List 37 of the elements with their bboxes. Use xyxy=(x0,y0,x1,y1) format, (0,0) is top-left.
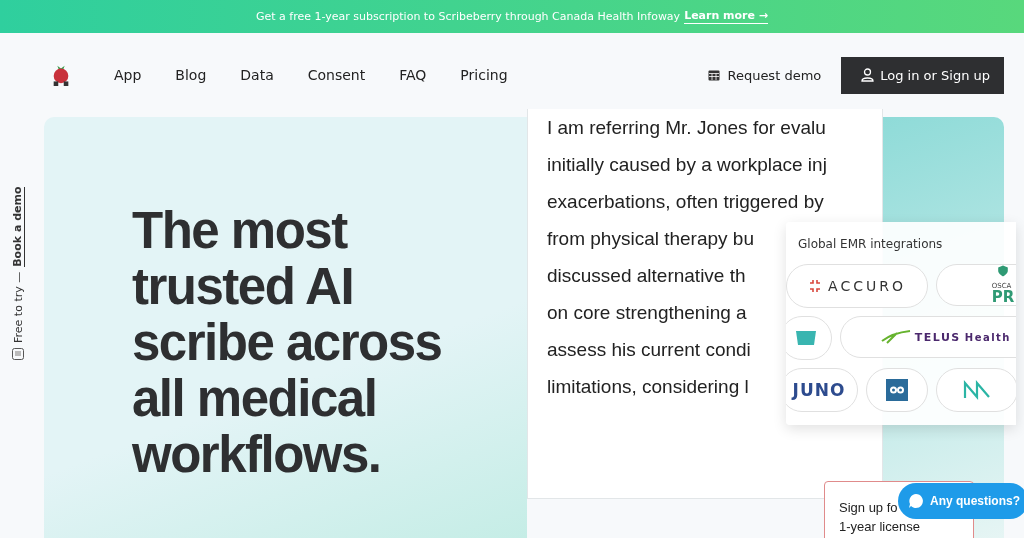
user-icon xyxy=(861,68,875,82)
telus-logo-text: TELUS xyxy=(914,330,961,344)
signup-text: 1-year license xyxy=(839,518,920,536)
hero-headline: The most trusted AI scribe across all medical workflows. xyxy=(132,202,443,483)
request-demo-link[interactable]: Request demo xyxy=(708,67,822,83)
juno-logo-text: JUNO xyxy=(792,380,846,400)
banner-text: Get a free 1-year subscription to Scribeberry through Canada Health Infoway xyxy=(255,10,681,23)
document-line: I am referring Mr. Jones for evalu xyxy=(547,116,826,140)
accuro-logo-text: ACCURO xyxy=(828,278,906,294)
health-logo-text: Health xyxy=(964,331,1011,343)
nav-link[interactable]: Pricing xyxy=(460,67,508,83)
owl-icon xyxy=(886,379,908,401)
book-demo-link[interactable]: Book a demo xyxy=(11,186,25,267)
document-line: on core strengthening a xyxy=(547,301,747,325)
calendar-icon xyxy=(12,348,24,360)
document-line: limitations, considering l xyxy=(547,375,749,399)
calendar-icon xyxy=(708,69,721,81)
nav-link[interactable]: Consent xyxy=(307,67,366,83)
integrations-title: Global EMR integrations xyxy=(797,236,944,253)
cross-icon xyxy=(808,279,823,293)
login-button[interactable]: Log in or Sign up xyxy=(841,56,1004,94)
document-line: exacerbations, often triggered by xyxy=(547,190,824,214)
document-line: discussed alternative th xyxy=(547,264,746,288)
nav-link[interactable]: FAQ xyxy=(399,67,427,83)
document-line: assess his current condi xyxy=(547,338,751,362)
chat-bubble-icon xyxy=(908,493,924,509)
pro-logo-text: PR xyxy=(991,290,1015,305)
side-tab-text: Free to try — xyxy=(11,271,25,343)
document-line: initially caused by a workplace inj xyxy=(547,153,827,177)
signup-text: Sign up fo xyxy=(839,499,898,517)
nav-link[interactable]: Data xyxy=(240,67,274,83)
wave-logo-icon xyxy=(963,380,991,400)
swoosh-icon xyxy=(880,330,911,344)
nav-link[interactable]: App xyxy=(114,67,142,83)
chat-badge-icon xyxy=(794,329,818,347)
nav-link[interactable]: Blog xyxy=(175,67,207,83)
document-line: from physical therapy bu xyxy=(547,227,754,251)
